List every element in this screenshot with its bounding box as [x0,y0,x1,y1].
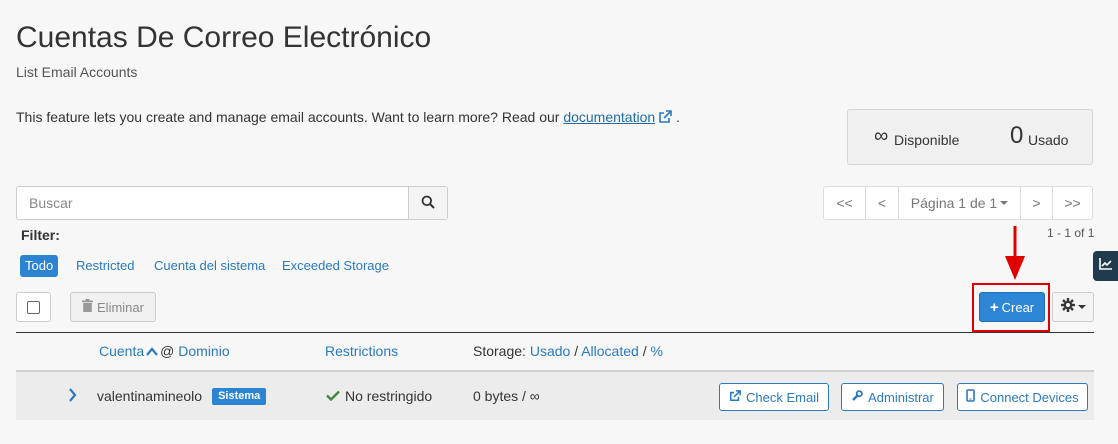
mobile-icon [966,389,976,405]
intro-text: This feature lets you create and manage … [16,109,680,127]
storage-value: 0 bytes / ∞ [473,388,540,404]
sort-account-link[interactable]: Cuenta [99,343,144,359]
trash-icon [82,299,94,315]
system-badge: Sistema [212,387,267,405]
at-symbol: @ [160,343,175,359]
restriction-status: No restringido [345,388,433,404]
last-page-button[interactable]: >> [1052,187,1092,219]
sort-percent-link[interactable]: % [650,343,662,359]
used-label: Usado [1028,132,1069,148]
delete-label: Eliminar [97,299,144,315]
settings-dropdown-button[interactable] [1052,292,1094,322]
chevron-down-icon [1077,305,1086,309]
available-value: ∞ [874,125,889,147]
table-row: valentinamineolo Sistema No restringido … [16,370,1094,420]
column-account-domain: Cuenta @ Dominio [99,343,230,359]
external-link-icon [658,110,672,127]
connect-devices-button[interactable]: Connect Devices [957,383,1088,411]
storage-label: Storage: [473,343,526,359]
page-label: Página 1 de 1 [910,195,998,211]
account-name: valentinamineolo [97,388,203,404]
results-range: 1 - 1 of 1 [1047,226,1095,240]
pagination: << < Página 1 de 1 > >> [823,186,1093,220]
storage-sep: / [642,343,647,359]
prev-page-button[interactable]: < [865,187,898,219]
restriction-cell: No restringido [326,372,432,420]
create-button[interactable]: + Crear [979,292,1045,322]
page-subtitle: List Email Accounts [16,64,138,80]
sort-used-link[interactable]: Usado [530,343,570,359]
gear-icon [1060,297,1075,317]
chevron-down-icon [1000,201,1009,205]
chart-icon [1099,257,1112,275]
account-cell: valentinamineolo Sistema [97,372,267,420]
intro-description: This feature lets you create and manage … [16,109,564,125]
table-header-divider [16,332,1094,333]
used-value: 0 [1010,122,1024,149]
red-arrow-annotation [1004,226,1026,285]
check-email-button[interactable]: Check Email [719,383,829,411]
check-email-label: Check Email [746,389,819,405]
next-page-button[interactable]: > [1020,187,1052,219]
stats-side-tab[interactable] [1093,251,1118,281]
select-all-checkbox[interactable] [16,292,51,322]
documentation-link[interactable]: documentation [563,109,655,125]
available-label: Disponible [894,132,960,148]
sort-domain-link[interactable]: Dominio [178,343,229,359]
search-icon [421,195,435,212]
delete-button[interactable]: Eliminar [70,292,156,322]
manage-button[interactable]: Administrar [841,383,944,411]
checkbox-box [27,300,40,314]
check-icon [326,388,340,404]
storage-cell: 0 bytes / ∞ [473,372,540,420]
intro-end: . [676,109,680,125]
expand-row-button[interactable] [68,372,77,420]
sort-allocated-link[interactable]: Allocated [581,343,639,359]
page-select[interactable]: Página 1 de 1 [898,187,1020,219]
filter-all[interactable]: Todo [20,255,59,277]
sort-ascending-icon [146,343,159,359]
sort-restrictions-link[interactable]: Restrictions [325,343,398,359]
create-label: Crear [1001,299,1035,315]
chevron-right-icon [68,387,77,405]
connect-devices-label: Connect Devices [980,389,1079,405]
search-group [16,186,448,220]
first-page-button[interactable]: << [824,187,865,219]
search-input[interactable] [17,187,408,219]
search-button[interactable] [408,187,447,219]
filter-exceeded-storage[interactable]: Exceeded Storage [277,255,394,277]
filter-system-account[interactable]: Cuenta del sistema [149,255,270,277]
manage-label: Administrar [868,389,934,405]
filter-label: Filter: [21,227,60,243]
column-storage: Storage: Usado / Allocated / % [473,343,663,359]
column-restrictions: Restrictions [325,343,398,359]
quota-stats-panel: ∞ Disponible 0 Usado [847,109,1093,165]
page-title: Cuentas De Correo Electrónico [16,21,432,54]
storage-sep: / [574,343,579,359]
plus-icon: + [989,298,999,316]
wrench-icon [851,389,863,405]
filter-restricted[interactable]: Restricted [71,255,140,277]
external-link-icon [729,389,741,405]
